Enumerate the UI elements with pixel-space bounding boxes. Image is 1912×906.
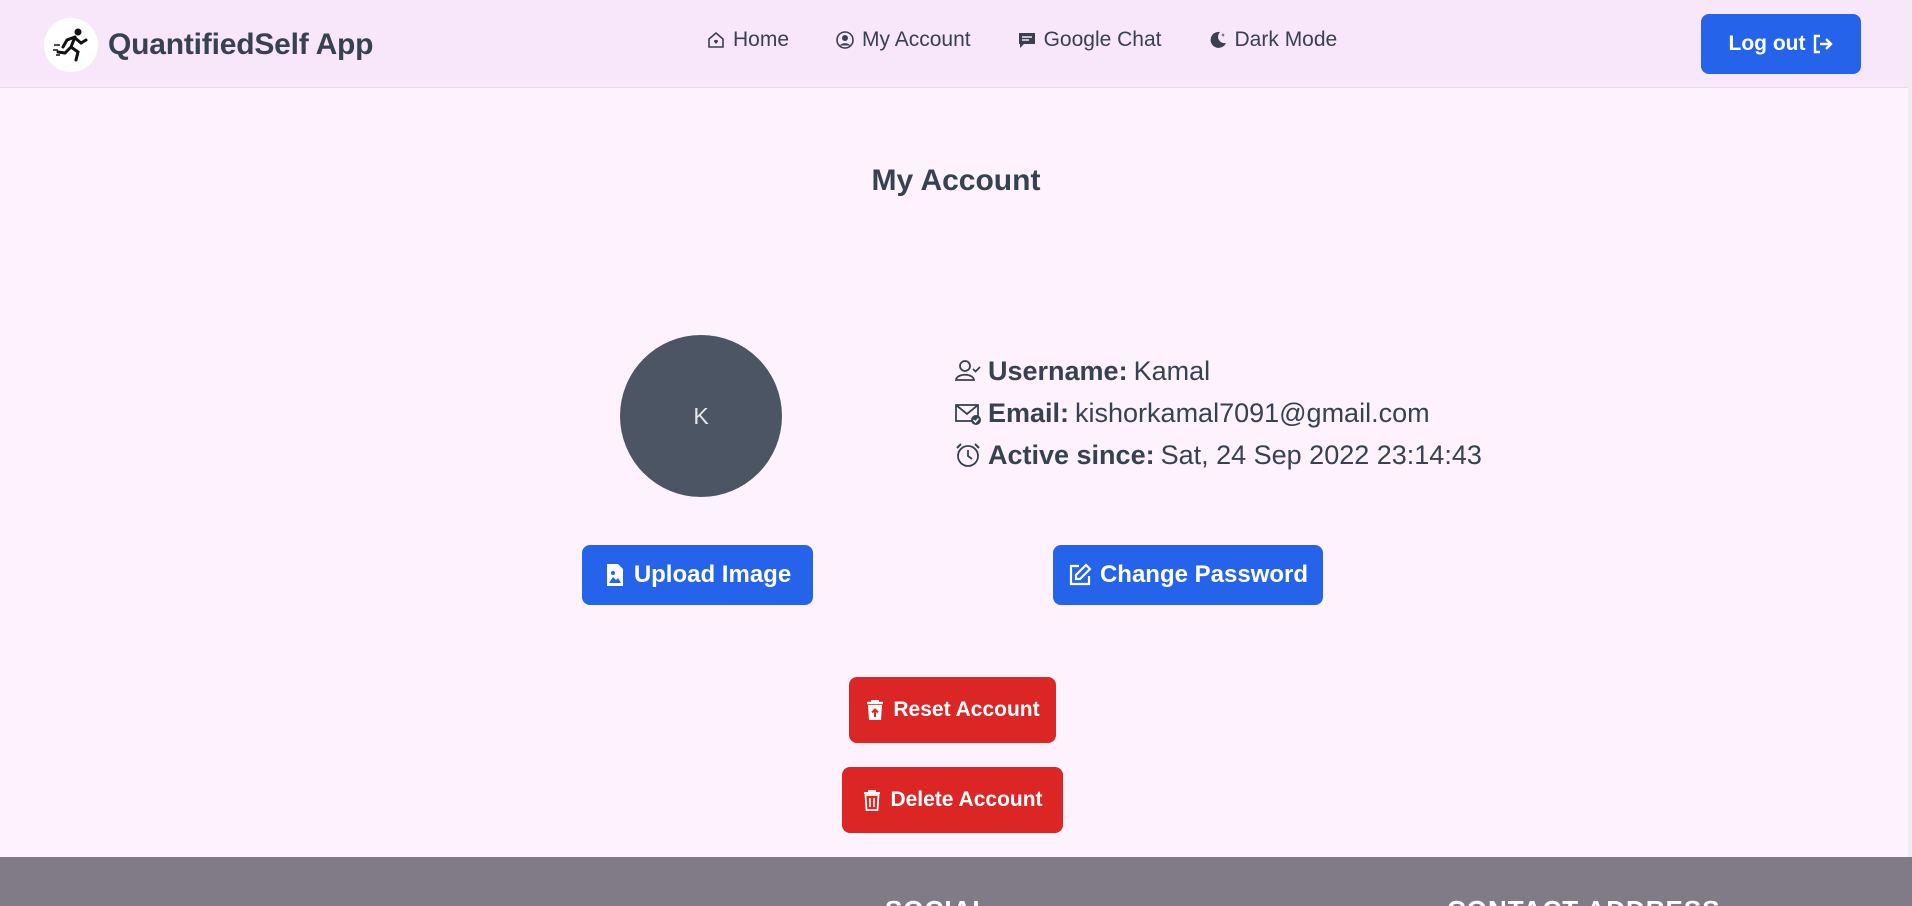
profile-info: Username: Kamal Email: kishorkamal7091@g… bbox=[954, 350, 1482, 476]
chat-icon bbox=[1018, 33, 1035, 48]
runner-logo-icon bbox=[44, 18, 98, 72]
nav-google-chat[interactable]: Google Chat bbox=[1017, 28, 1162, 52]
logout-label: Log out bbox=[1728, 32, 1806, 55]
logout-icon bbox=[1814, 34, 1834, 54]
nav-home[interactable]: Home bbox=[706, 28, 789, 52]
active-since-value: Sat, 24 Sep 2022 23:14:43 bbox=[1160, 439, 1482, 470]
brand[interactable]: QuantifiedSelf App bbox=[44, 18, 373, 72]
home-icon bbox=[708, 31, 724, 48]
active-since-row: Active since: Sat, 24 Sep 2022 23:14:43 bbox=[954, 434, 1482, 476]
moon-icon bbox=[1210, 31, 1226, 48]
nav-google-chat-label: Google Chat bbox=[1043, 28, 1162, 51]
upload-image-button[interactable]: Upload Image bbox=[582, 545, 813, 605]
main-nav: Home My Account Google Chat Dark Mode bbox=[706, 28, 1337, 52]
nav-my-account[interactable]: My Account bbox=[835, 28, 971, 52]
footer-social-heading: SOCIAL bbox=[885, 895, 989, 906]
email-row: Email: kishorkamal7091@gmail.com bbox=[954, 392, 1482, 434]
logout-button[interactable]: Log out bbox=[1701, 14, 1861, 74]
app-title: QuantifiedSelf App bbox=[108, 28, 374, 61]
delete-account-label: Delete Account bbox=[890, 788, 1043, 811]
edit-icon bbox=[1069, 563, 1092, 586]
reset-account-label: Reset Account bbox=[893, 698, 1040, 721]
username-value: Kamal bbox=[1133, 355, 1211, 386]
alarm-clock-icon bbox=[956, 443, 980, 467]
footer-contact-heading: CONTACT ADDRESS bbox=[1447, 895, 1721, 906]
trash-restore-icon bbox=[867, 700, 884, 720]
scrollbar[interactable] bbox=[1908, 0, 1912, 857]
nav-dark-mode-label: Dark Mode bbox=[1234, 28, 1338, 51]
active-since-label: Active since: bbox=[988, 439, 1155, 470]
envelope-check-icon bbox=[955, 404, 981, 425]
username-label: Username: bbox=[988, 355, 1128, 386]
navbar: QuantifiedSelf App Home My Account Googl… bbox=[0, 0, 1912, 88]
change-password-button[interactable]: Change Password bbox=[1053, 545, 1323, 605]
user-circle-icon bbox=[836, 31, 854, 49]
change-password-label: Change Password bbox=[1099, 561, 1309, 588]
nav-home-label: Home bbox=[733, 28, 790, 51]
email-label: Email: bbox=[988, 397, 1070, 428]
footer: SOCIAL CONTACT ADDRESS bbox=[0, 857, 1912, 906]
avatar-initial: K bbox=[693, 402, 709, 429]
delete-account-button[interactable]: Delete Account bbox=[842, 767, 1063, 833]
username-row: Username: Kamal bbox=[954, 350, 1482, 392]
nav-dark-mode[interactable]: Dark Mode bbox=[1208, 28, 1338, 52]
image-file-icon bbox=[606, 564, 623, 586]
upload-image-label: Upload Image bbox=[633, 561, 792, 588]
page-title: My Account bbox=[871, 164, 1041, 197]
user-check-icon bbox=[954, 360, 981, 381]
avatar: K bbox=[620, 335, 782, 497]
email-value: kishorkamal7091@gmail.com bbox=[1075, 397, 1430, 428]
nav-my-account-label: My Account bbox=[862, 28, 971, 51]
reset-account-button[interactable]: Reset Account bbox=[849, 677, 1056, 743]
trash-icon bbox=[864, 790, 881, 811]
